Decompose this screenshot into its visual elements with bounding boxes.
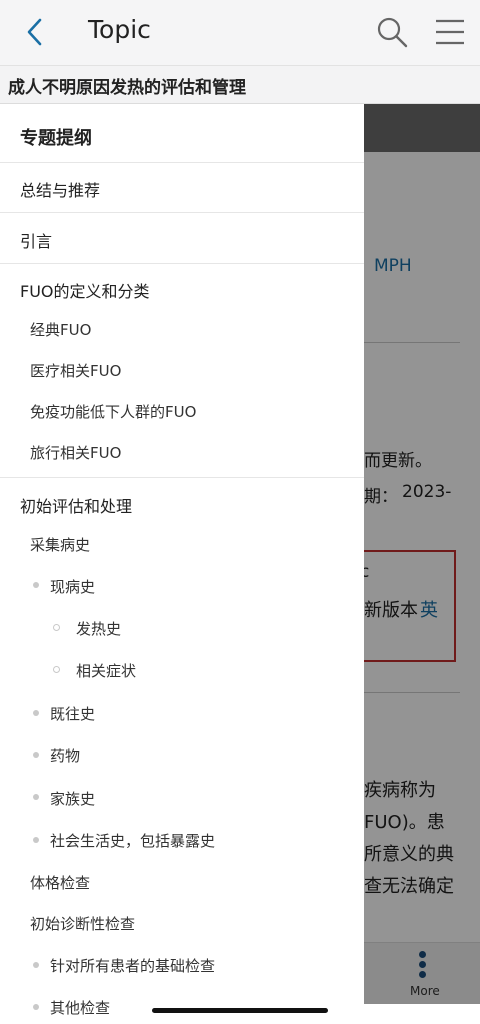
app-bar: Topic (0, 0, 480, 66)
hamburger-menu-icon[interactable] (432, 16, 468, 48)
outline-item[interactable]: 初始评估和处理 (20, 493, 132, 517)
outline-subitem[interactable]: 既往史 (50, 703, 95, 724)
divider (0, 162, 364, 163)
outline-subitem[interactable]: 免疫功能低下人群的FUO (30, 401, 196, 422)
bottom-safe-area (364, 1004, 480, 1024)
ring-bullet-icon (53, 666, 60, 673)
outline-drawer: 专题提纲 总结与推荐 引言 FUO的定义和分类 经典FUO 医疗相关FUO 免疫… (0, 104, 364, 1024)
search-icon[interactable] (374, 14, 410, 50)
outline-item[interactable]: 总结与推荐 (20, 177, 100, 201)
outline-subitem[interactable]: 其他检查 (50, 997, 110, 1018)
bullet-icon (33, 582, 39, 588)
outline-subitem[interactable]: 采集病史 (30, 534, 90, 555)
outline-subitem[interactable]: 相关症状 (76, 660, 136, 681)
outline-subitem[interactable]: 发热史 (76, 618, 121, 639)
bullet-icon (33, 962, 39, 968)
outline-subitem[interactable]: 家族史 (50, 788, 95, 809)
outline-subitem[interactable]: 体格检查 (30, 872, 90, 893)
outline-title: 专题提纲 (20, 128, 92, 149)
outline-subitem[interactable]: 针对所有患者的基础检查 (50, 955, 215, 976)
outline-subitem[interactable]: 初始诊断性检查 (30, 913, 135, 934)
divider (0, 212, 364, 213)
ring-bullet-icon (53, 624, 60, 631)
outline-subitem[interactable]: 医疗相关FUO (30, 360, 121, 381)
bullet-icon (33, 794, 39, 800)
outline-subitem[interactable]: 社会生活史，包括暴露史 (50, 830, 215, 851)
divider (0, 263, 364, 264)
bullet-icon (33, 752, 39, 758)
outline-item[interactable]: FUO的定义和分类 (20, 278, 150, 302)
bullet-icon (33, 710, 39, 716)
outline-subitem[interactable]: 经典FUO (30, 319, 91, 340)
divider (0, 477, 364, 478)
bullet-icon (33, 1004, 39, 1010)
back-chevron-left-icon[interactable] (18, 14, 54, 50)
outline-subitem[interactable]: 现病史 (50, 576, 95, 597)
outline-subitem[interactable]: 旅行相关FUO (30, 442, 121, 463)
home-indicator[interactable] (152, 1008, 328, 1013)
outline-subitem[interactable]: 药物 (50, 745, 80, 766)
bullet-icon (33, 837, 39, 843)
topic-title: 成人不明原因发热的评估和管理 (8, 78, 246, 98)
topic-header: 成人不明原因发热的评估和管理 (0, 66, 480, 104)
outline-item[interactable]: 引言 (20, 228, 52, 252)
app-title: Topic (88, 15, 151, 44)
